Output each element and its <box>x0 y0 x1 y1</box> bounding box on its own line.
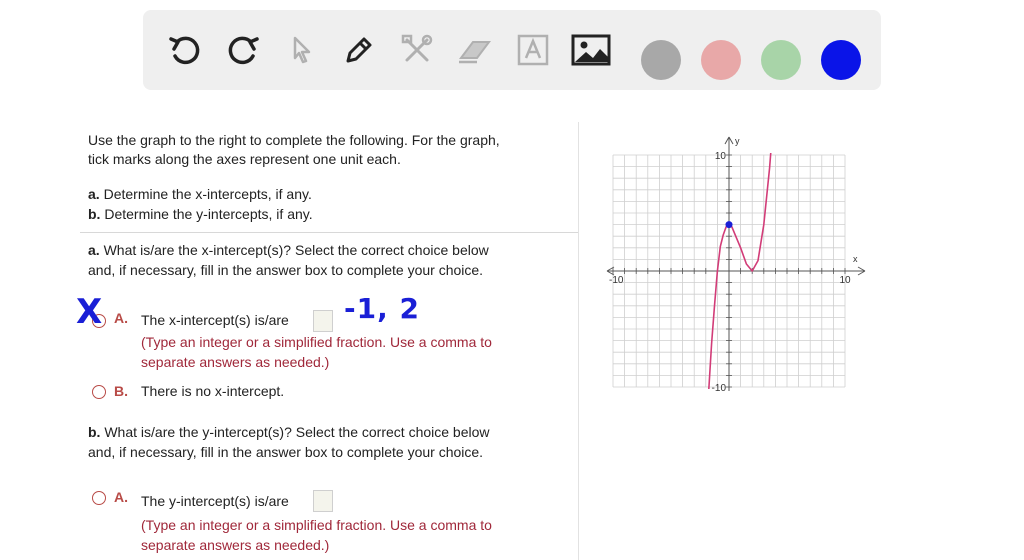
y-intercept-point <box>725 221 733 229</box>
drawing-toolbar <box>143 10 881 90</box>
y-tick-label-min: -10 <box>712 383 727 394</box>
choice-b-a-radio[interactable] <box>92 491 106 505</box>
choice-a-hint-2: separate answers as needed.) <box>141 354 330 370</box>
x-tick-label-max: 10 <box>839 275 851 286</box>
part-b-instruction: b. Determine the y-intercepts, if any. <box>88 206 313 222</box>
x-intercept-answer-box[interactable] <box>313 310 333 332</box>
section-divider <box>80 232 578 233</box>
choice-a-text: The x-intercept(s) is/are <box>141 312 289 328</box>
choice-b-letter: B. <box>114 383 128 399</box>
pointer-icon[interactable] <box>277 26 325 74</box>
intro-line-1: Use the graph to the right to complete t… <box>88 132 500 148</box>
intro-line-2: tick marks along the axes represent one … <box>88 151 401 167</box>
choice-b-radio[interactable] <box>92 385 106 399</box>
color-swatch-green[interactable] <box>761 40 801 80</box>
panel-divider <box>578 122 579 560</box>
x-tick-label-min: -10 <box>609 275 624 286</box>
text-icon[interactable] <box>509 26 557 74</box>
choice-b-a-hint-1: (Type an integer or a simplified fractio… <box>141 517 492 533</box>
handwritten-answer: -1, 2 <box>344 292 420 325</box>
y-axis-label: y <box>735 136 740 146</box>
undo-icon[interactable] <box>161 26 209 74</box>
color-swatch-pink[interactable] <box>701 40 741 80</box>
choice-b-a-letter: A. <box>114 489 128 505</box>
image-icon[interactable] <box>567 26 615 74</box>
color-swatch-gray[interactable] <box>641 40 681 80</box>
choice-a-letter: A. <box>114 310 128 326</box>
pen-icon[interactable] <box>335 26 383 74</box>
y-intercept-answer-box[interactable] <box>313 490 333 512</box>
choice-b-text: There is no x-intercept. <box>141 383 285 399</box>
tools-icon[interactable] <box>393 26 441 74</box>
redo-icon[interactable] <box>219 26 267 74</box>
section-b-prompt-2: and, if necessary, fill in the answer bo… <box>88 444 484 460</box>
function-graph: x y -10 10 10 -10 <box>606 136 866 394</box>
section-a-prompt-2: and, if necessary, fill in the answer bo… <box>88 262 484 278</box>
section-b-prompt-1: b. What is/are the y-intercept(s)? Selec… <box>88 424 490 440</box>
y-tick-label-max: 10 <box>715 151 727 162</box>
part-a-instruction: a. Determine the x-intercepts, if any. <box>88 186 312 202</box>
section-a-prompt-1: a. What is/are the x-intercept(s)? Selec… <box>88 242 489 258</box>
x-axis-label: x <box>853 254 858 264</box>
choice-a-hint-1: (Type an integer or a simplified fractio… <box>141 334 492 350</box>
choice-b-a-hint-2: separate answers as needed.) <box>141 537 330 553</box>
color-swatch-blue[interactable] <box>821 40 861 80</box>
handwritten-x-mark: X <box>76 292 104 332</box>
choice-b-a-text: The y-intercept(s) is/are <box>141 493 289 509</box>
eraser-icon[interactable] <box>451 26 499 74</box>
graph-axes <box>606 136 866 391</box>
